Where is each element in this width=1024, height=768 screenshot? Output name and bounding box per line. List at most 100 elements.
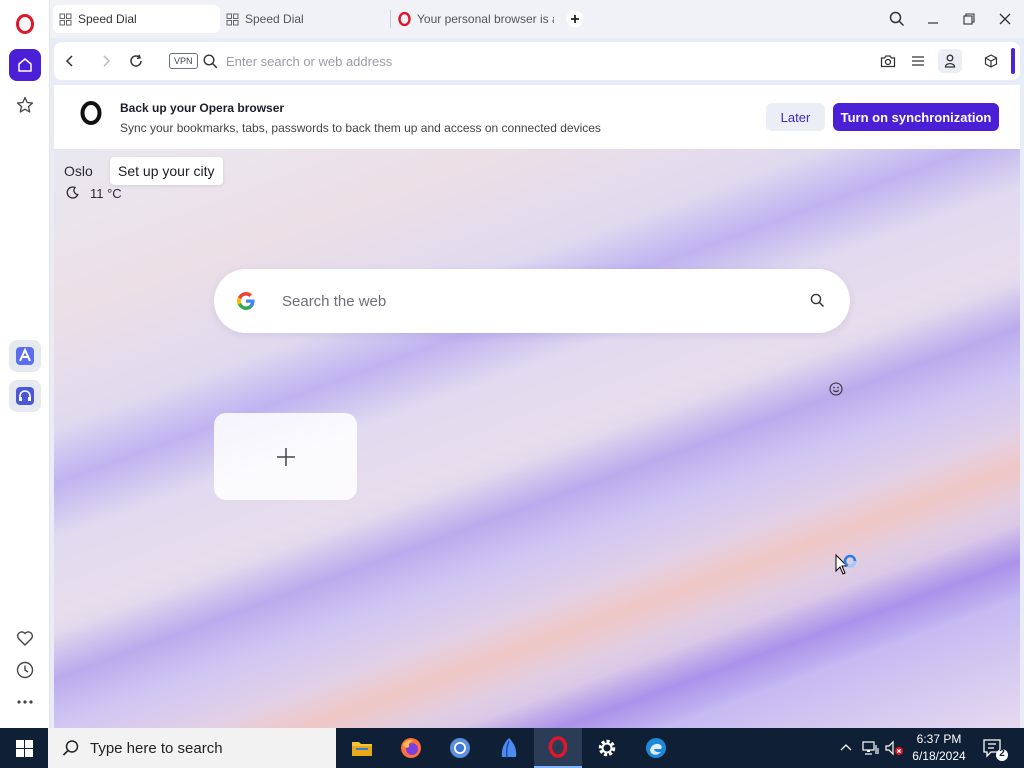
banner-subtitle: Sync your bookmarks, tabs, passwords to … — [120, 121, 601, 135]
bookmarks-button[interactable] — [9, 89, 41, 121]
add-speed-dial-tile[interactable] — [214, 413, 357, 500]
restore-button[interactable] — [958, 8, 980, 30]
speed-dial-icon — [59, 13, 72, 26]
speed-dial-icon — [226, 13, 239, 26]
chrome-button[interactable] — [436, 728, 484, 768]
moon-icon — [66, 186, 79, 202]
opera-sidebar — [0, 0, 50, 728]
search-icon — [889, 11, 905, 27]
user-icon — [944, 54, 956, 68]
extensions-button[interactable] — [981, 51, 1001, 71]
plus-icon — [566, 10, 584, 28]
taskbar-search-input[interactable] — [90, 739, 320, 757]
notification-center-button[interactable]: 2 — [982, 738, 1010, 765]
gear-icon — [598, 739, 616, 757]
edge-button[interactable] — [632, 728, 680, 768]
folder-icon — [352, 742, 372, 756]
back-button[interactable] — [60, 51, 80, 71]
navigation-bar: VPN — [54, 42, 1020, 80]
tab-search-button[interactable] — [886, 8, 908, 30]
tab-title: Speed Dial — [78, 12, 137, 26]
clock-time: 6:37 PM — [916, 732, 962, 746]
more-dots-icon — [17, 700, 33, 704]
minimize-icon — [928, 22, 938, 24]
clock-date: 6/18/2024 — [912, 749, 966, 763]
firefox-button[interactable] — [387, 728, 435, 768]
profile-button[interactable] — [938, 49, 962, 73]
firefox-icon — [401, 738, 421, 758]
vpn-badge[interactable]: VPN — [169, 53, 198, 69]
heart-icon — [16, 631, 34, 646]
tab-strip: Speed Dial Speed Dial Your personal brow… — [50, 0, 1024, 38]
opera-favicon-icon — [398, 12, 411, 26]
address-search-icon — [200, 51, 220, 71]
tab-speed-dial-1[interactable]: Speed Dial — [53, 5, 220, 33]
web-search-box[interactable] — [214, 269, 850, 333]
music-player-button[interactable] — [9, 380, 41, 412]
busy-cursor-icon — [835, 553, 859, 583]
turn-on-sync-button[interactable]: Turn on synchronization — [833, 103, 999, 131]
weather-temperature: 11 °C — [90, 186, 122, 201]
file-explorer-button[interactable] — [338, 728, 386, 768]
more-button[interactable] — [9, 686, 41, 718]
cube-icon — [984, 54, 998, 68]
sidebar-toggle-indicator[interactable] — [1011, 48, 1015, 74]
tab-divider — [390, 10, 391, 28]
opera-button[interactable] — [534, 728, 582, 768]
tab-speed-dial-2[interactable]: Speed Dial — [220, 5, 388, 33]
tab-opera-welcome[interactable]: Your personal browser is a — [392, 5, 554, 33]
close-window-button[interactable] — [994, 8, 1016, 30]
minimize-button[interactable] — [922, 8, 944, 30]
weather-city[interactable]: Oslo — [64, 163, 93, 179]
shell-icon — [501, 738, 517, 758]
later-button[interactable]: Later — [766, 103, 825, 131]
smiley-icon[interactable] — [829, 382, 843, 399]
opera-logo-icon — [16, 14, 34, 34]
tab-title: Your personal browser is a — [417, 12, 554, 26]
chevron-up-icon — [840, 744, 852, 751]
reload-button[interactable] — [126, 51, 146, 71]
city-setup-tooltip[interactable]: Set up your city — [110, 157, 223, 185]
start-button[interactable] — [0, 728, 48, 768]
volume-muted-icon[interactable] — [885, 740, 905, 759]
easy-setup-button[interactable] — [908, 51, 928, 71]
address-input[interactable] — [226, 51, 826, 71]
history-button[interactable] — [9, 654, 41, 686]
opera-menu-logo[interactable] — [9, 8, 41, 40]
clock-icon — [16, 661, 34, 679]
google-logo-icon — [236, 291, 256, 314]
aria-icon — [16, 347, 34, 365]
star-icon — [16, 96, 34, 113]
reload-icon — [130, 54, 142, 67]
tab-title: Speed Dial — [245, 12, 304, 26]
opera-logo-icon — [80, 101, 102, 128]
home-icon — [18, 58, 32, 72]
speed-dial-page: Oslo Set up your city 11 °C — [54, 149, 1020, 728]
snapshot-button[interactable] — [878, 51, 898, 71]
taskbar-clock[interactable]: 6:37 PM 6/18/2024 — [905, 731, 973, 765]
close-icon — [999, 13, 1011, 25]
heart-button[interactable] — [9, 622, 41, 654]
taskbar-search-box[interactable] — [48, 728, 336, 768]
network-icon[interactable] — [862, 740, 880, 759]
show-hidden-icons-button[interactable] — [840, 740, 852, 757]
forward-button[interactable] — [96, 51, 116, 71]
windows-taskbar: 6:37 PM 6/18/2024 2 — [0, 728, 1024, 768]
chromium-icon — [450, 738, 470, 758]
windows-logo-icon — [15, 739, 33, 757]
search-icon[interactable] — [810, 293, 825, 311]
restore-icon — [963, 13, 975, 25]
app-button[interactable] — [485, 728, 533, 768]
chevron-left-icon — [65, 55, 73, 67]
opera-icon — [548, 736, 568, 758]
home-button[interactable] — [9, 49, 41, 81]
web-search-input[interactable] — [282, 289, 782, 313]
new-tab-button[interactable] — [564, 8, 586, 30]
aria-button[interactable] — [9, 340, 41, 372]
settings-button[interactable] — [583, 728, 631, 768]
camera-icon — [880, 55, 896, 68]
headphones-icon — [16, 387, 34, 405]
search-icon — [62, 740, 79, 756]
chevron-right-icon — [103, 55, 111, 67]
edge-icon — [646, 738, 666, 758]
